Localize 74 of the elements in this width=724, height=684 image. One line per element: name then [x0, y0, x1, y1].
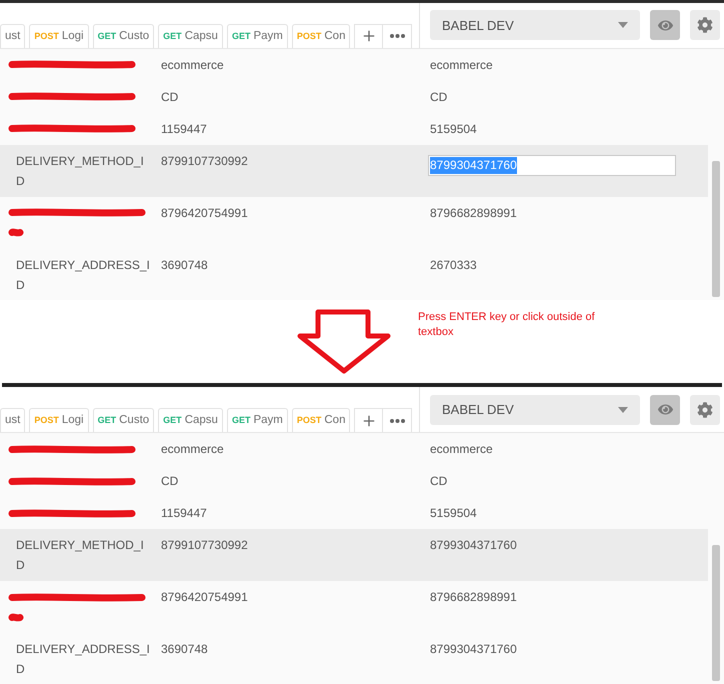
variable-name: DELIVERY_METHOD_ID: [16, 152, 145, 190]
table-cell: CD: [161, 474, 178, 488]
caret-icon: [618, 22, 628, 28]
method-label: GET: [163, 30, 182, 43]
method-label: POST: [296, 414, 322, 427]
table-cell: 8799304371760: [430, 538, 517, 552]
scrollbar-thumb[interactable]: [712, 545, 720, 681]
table-cell: 8796682898991: [430, 206, 517, 220]
table-cell: CD: [430, 90, 448, 104]
more-icon: [390, 34, 405, 38]
request-tab[interactable]: GET Capsu: [158, 24, 223, 48]
table-cell: 8796420754991: [161, 590, 248, 604]
request-tab[interactable]: POST Logi: [29, 24, 89, 48]
table-cell: 8796682898991: [430, 590, 517, 604]
variable-name: DELIVERY_ADDRESS_ID: [16, 641, 151, 678]
value-input[interactable]: 8799304371760: [428, 154, 676, 176]
eye-icon: [658, 402, 672, 417]
request-tab[interactable]: POST Con: [292, 24, 350, 48]
scrollbar-thumb[interactable]: [712, 160, 720, 297]
table-cell: ecommerce: [430, 442, 493, 456]
request-tab[interactable]: POST Logi: [29, 408, 89, 432]
more-tabs-button[interactable]: [383, 408, 412, 432]
request-tab[interactable]: GET Capsu: [158, 408, 223, 432]
environment-dropdown[interactable]: BABEL DEV: [430, 10, 640, 40]
request-tab[interactable]: GET Custo: [92, 408, 154, 432]
table-cell: 2670333: [430, 258, 477, 272]
table-cell: ecommerce: [161, 442, 224, 456]
table-cell: CD: [430, 474, 448, 488]
more-icon: [390, 418, 405, 422]
table-cell: 8799304371760: [430, 642, 517, 656]
annotation-text: Press ENTER key or click outside of textbox: [418, 310, 596, 340]
caret-icon: [618, 406, 628, 412]
new-tab-button[interactable]: [354, 408, 384, 432]
plus-icon: [360, 412, 377, 428]
request-tab[interactable]: ust: [0, 24, 26, 48]
environment-dropdown[interactable]: BABEL DEV: [430, 394, 640, 424]
new-tab-button[interactable]: [354, 24, 384, 48]
more-tabs-button[interactable]: [383, 24, 412, 48]
method-label: GET: [232, 414, 250, 427]
table-cell: CD: [161, 90, 178, 104]
quick-look-button[interactable]: [650, 10, 680, 40]
settings-icon: [697, 402, 713, 418]
redaction-scribble: [8, 612, 24, 622]
method-label: POST: [296, 30, 322, 43]
request-tab[interactable]: GET Custo: [92, 24, 154, 48]
request-tab[interactable]: POST Con: [292, 408, 350, 432]
variable-name: DELIVERY_METHOD_ID: [16, 537, 145, 574]
method-label: GET: [98, 414, 116, 427]
settings-icon: [697, 17, 713, 34]
table-cell: 8799107730992: [161, 538, 248, 552]
table-cell: ecommerce: [430, 58, 493, 72]
table-cell: 5159504: [430, 122, 477, 136]
table-cell: 1159447: [161, 122, 207, 136]
table-cell: 3690748: [161, 642, 208, 656]
table-cell: 8799107730992: [161, 154, 248, 168]
request-tab[interactable]: GET Paym: [226, 408, 288, 432]
method-label: POST: [34, 30, 59, 43]
variable-name: DELIVERY_ADDRESS_ID: [16, 256, 151, 294]
table-cell: 5159504: [430, 506, 477, 520]
table-cell: 3690748: [161, 258, 208, 272]
table-cell: 1159447: [161, 506, 207, 520]
table-cell: ecommerce: [161, 58, 224, 72]
settings-button[interactable]: [690, 10, 720, 40]
method-label: GET: [98, 30, 116, 43]
quick-look-button[interactable]: [650, 394, 680, 424]
request-tab[interactable]: GET Paym: [226, 24, 288, 48]
method-label: GET: [232, 30, 250, 43]
settings-button[interactable]: [690, 394, 720, 424]
method-label: GET: [163, 414, 182, 427]
redaction-scribble: [8, 228, 24, 238]
method-label: POST: [34, 414, 59, 427]
table-cell: 8796420754991: [161, 206, 248, 220]
eye-icon: [658, 18, 672, 33]
request-tab[interactable]: ust: [0, 408, 26, 432]
